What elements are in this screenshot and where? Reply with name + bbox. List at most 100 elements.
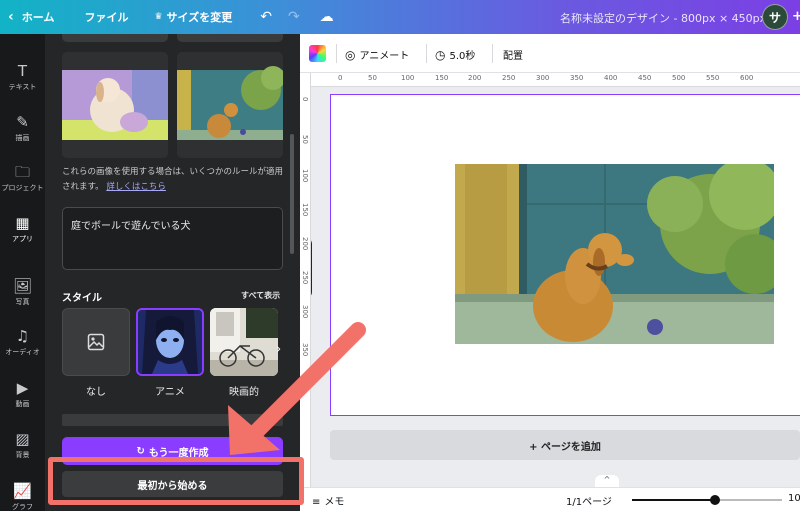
rail-item-projects[interactable]: 🗀 プロジェクト: [0, 163, 45, 193]
refresh-icon: ↻: [136, 445, 145, 457]
avatar[interactable]: サ: [762, 4, 788, 30]
rail-item-apps[interactable]: ▦ アプリ: [0, 214, 45, 244]
style-option-anime[interactable]: [136, 308, 204, 376]
ruler-tick: 500: [672, 74, 686, 82]
page-count[interactable]: 1/1ページ: [566, 493, 612, 508]
result-thumbnail[interactable]: [62, 34, 168, 42]
rail-item-photos[interactable]: 🖼 写真: [0, 277, 45, 307]
animate-icon: ◎: [345, 48, 356, 62]
position-button[interactable]: 配置: [503, 47, 523, 62]
redo-icon[interactable]: ↷: [280, 9, 308, 25]
video-icon: ▶: [16, 379, 29, 397]
chevron-right-icon[interactable]: ›: [276, 342, 281, 357]
ruler-tick: 50: [301, 135, 309, 144]
resize-button[interactable]: ♛ サイズを変更: [146, 0, 240, 34]
style-name-cinematic: 映画的: [229, 387, 259, 398]
rail-label: 背景: [15, 451, 30, 459]
notes-icon: ≡: [312, 497, 321, 508]
style-heading: スタイル: [62, 293, 102, 304]
add-page-button[interactable]: + ページを追加: [330, 430, 800, 460]
divider: [492, 44, 493, 63]
rail-item-background[interactable]: ▨ 背景: [0, 430, 45, 460]
ruler-tick: 150: [301, 203, 309, 217]
chart-icon: 📈: [13, 482, 32, 500]
clock-icon: ◷: [435, 48, 446, 62]
folder-icon: 🗀: [14, 163, 30, 181]
prompt-input[interactable]: 庭でボールで遊んでいる犬: [62, 207, 283, 270]
rail-item-text[interactable]: T テキスト: [0, 62, 45, 92]
ruler-tick: 600: [740, 74, 754, 82]
cinematic-style-preview: [210, 308, 278, 376]
music-icon: ♫: [15, 327, 30, 345]
ruler-tick: 0: [301, 97, 309, 102]
ruler-tick: 50: [368, 74, 377, 82]
ruler-tick: 250: [502, 74, 516, 82]
ruler-tick: 450: [638, 74, 652, 82]
duration-label: 5.0秒: [449, 51, 476, 62]
rail-label: 描画: [15, 134, 30, 142]
zoom-slider-handle[interactable]: [709, 495, 720, 505]
ruler-tick: 400: [301, 377, 309, 391]
file-menu-button[interactable]: ファイル: [76, 0, 136, 34]
divider: [336, 44, 337, 63]
divider: [426, 44, 427, 63]
show-all-link[interactable]: すべて表示: [241, 290, 280, 301]
zoom-slider[interactable]: [632, 495, 782, 505]
generated-dog-image[interactable]: [455, 164, 774, 344]
pattern-icon: ▨: [15, 430, 30, 448]
style-option-none[interactable]: [62, 308, 130, 376]
duration-button[interactable]: ◷ 5.0秒: [435, 47, 475, 62]
dog-garden-image: [177, 66, 283, 158]
cloud-save-icon[interactable]: ☁: [312, 9, 342, 25]
notes-label: メモ: [324, 497, 345, 508]
pen-icon: ✎: [16, 113, 29, 131]
ruler-tick: 300: [536, 74, 550, 82]
rail-label: グラフ: [12, 503, 33, 511]
ruler-tick: 550: [706, 74, 720, 82]
style-option-cinematic[interactable]: [210, 308, 278, 376]
top-bar: ‹ ホーム ファイル ♛ サイズを変更 ↶ ↷ ☁ 名称未設定のデザイン - 8…: [0, 0, 800, 34]
ruler-tick: 350: [301, 343, 309, 357]
rail-label: 写真: [15, 298, 30, 306]
result-thumbnail-1[interactable]: [62, 52, 168, 158]
color-picker-icon[interactable]: [309, 45, 326, 62]
rail-item-audio[interactable]: ♫ オーディオ: [0, 327, 45, 357]
undo-icon[interactable]: ↶: [252, 9, 280, 25]
result-thumbnail[interactable]: [177, 34, 283, 42]
editor-toolbar: ◎ アニメート ◷ 5.0秒 配置: [300, 34, 800, 73]
chevron-left-icon: ‹: [8, 9, 14, 25]
left-rail: T テキスト ✎ 描画 🗀 プロジェクト ▦ アプリ 🖼 写真 ♫ オーディオ …: [0, 34, 45, 511]
ruler-tick: 100: [401, 74, 415, 82]
animate-button[interactable]: ◎ アニメート: [345, 47, 409, 62]
plus-icon[interactable]: +: [792, 9, 800, 24]
ruler-tick: 300: [301, 305, 309, 319]
ruler-top: 0 50 100 150 200 250 300 350 400 450 500…: [311, 73, 800, 87]
rail-item-video[interactable]: ▶ 動画: [0, 379, 45, 409]
ruler-tick: 200: [468, 74, 482, 82]
rail-label: アプリ: [12, 235, 33, 243]
result-thumbnail-2[interactable]: [177, 52, 283, 158]
rail-item-draw[interactable]: ✎ 描画: [0, 113, 45, 143]
text-icon: T: [17, 62, 28, 80]
anime-style-preview: [138, 310, 202, 374]
rail-item-graph[interactable]: 📈 グラフ: [0, 482, 45, 511]
ruler-tick: 0: [338, 74, 343, 82]
panel-divider: [62, 414, 283, 426]
style-name-anime: アニメ: [155, 387, 185, 398]
home-label: ホーム: [21, 11, 55, 24]
ruler-left: 0 50 100 150 200 250 300 350 400: [300, 73, 311, 511]
home-button[interactable]: ‹ ホーム: [0, 0, 62, 34]
ruler-tick: 150: [435, 74, 449, 82]
ruler-tick: 100: [301, 169, 309, 183]
document-title[interactable]: 名称未設定のデザイン - 800px × 450px: [560, 10, 766, 26]
zoom-value[interactable]: 10: [788, 493, 800, 504]
dog-anime-image: [62, 70, 168, 158]
ai-image-panel: これらの画像を使用する場合は、いくつかのルールが適用されます。 詳しくはこちら …: [45, 34, 300, 511]
panel-scrollbar[interactable]: [290, 134, 294, 254]
photo-icon: 🖼: [12, 277, 33, 295]
learn-more-link[interactable]: 詳しくはこちら: [106, 182, 166, 192]
highlight-box: [48, 457, 304, 505]
resize-label: サイズを変更: [166, 11, 233, 24]
design-canvas[interactable]: [330, 94, 800, 416]
notes-button[interactable]: ≡ メモ: [312, 493, 344, 508]
